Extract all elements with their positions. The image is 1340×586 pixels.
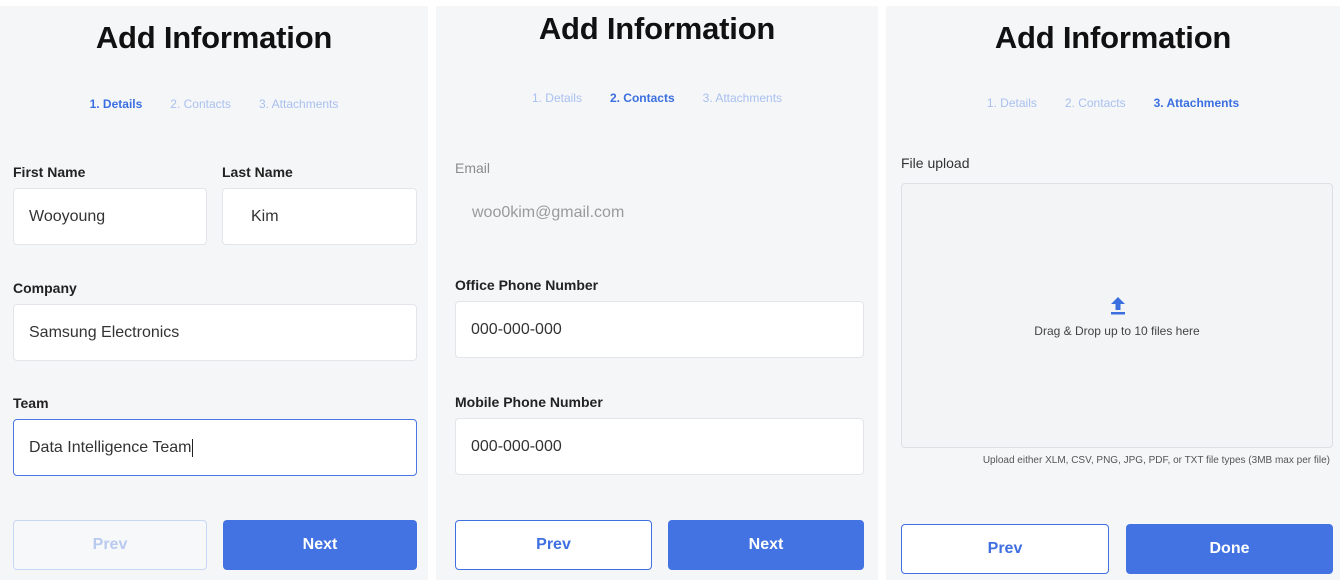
first-name-field[interactable]: Wooyoung: [13, 188, 207, 245]
prev-button[interactable]: Prev: [13, 520, 207, 570]
email-field: woo0kim@gmail.com: [455, 184, 864, 241]
last-name-value: Kim: [251, 207, 279, 225]
step-details[interactable]: 1. Details: [90, 97, 143, 111]
details-panel: Add Information 1. Details 2. Contacts 3…: [0, 6, 428, 580]
office-phone-label: Office Phone Number: [455, 277, 599, 293]
text-caret: [192, 438, 194, 457]
step-contacts[interactable]: 2. Contacts: [170, 97, 231, 111]
next-button-label: Next: [748, 536, 784, 553]
prev-button-label: Prev: [536, 536, 571, 553]
prev-button[interactable]: Prev: [455, 520, 652, 570]
done-button-label: Done: [1209, 540, 1250, 557]
file-dropzone[interactable]: Drag & Drop up to 10 files here: [901, 183, 1333, 448]
last-name-field[interactable]: Kim: [222, 188, 417, 245]
step-attachments[interactable]: 3. Attachments: [259, 97, 338, 111]
next-button-label: Next: [302, 536, 338, 553]
step-contacts[interactable]: 2. Contacts: [1065, 96, 1126, 110]
first-name-value: Wooyoung: [29, 207, 106, 225]
file-type-hint: Upload either XLM, CSV, PNG, JPG, PDF, o…: [982, 455, 1330, 466]
prev-button-label: Prev: [987, 540, 1023, 557]
email-label: Email: [455, 160, 491, 176]
mobile-phone-label: Mobile Phone Number: [455, 394, 603, 410]
done-button[interactable]: Done: [1126, 524, 1333, 574]
attachments-panel: Add Information 1. Details 2. Contacts 3…: [886, 6, 1340, 580]
company-value: Samsung Electronics: [29, 323, 180, 341]
step-contacts[interactable]: 2. Contacts: [610, 91, 675, 105]
last-name-label: Last Name: [222, 164, 293, 180]
company-field[interactable]: Samsung Electronics: [13, 304, 417, 361]
prev-button-label: Prev: [92, 536, 128, 553]
step-attachments[interactable]: 3. Attachments: [1154, 96, 1240, 110]
team-field[interactable]: Data Intelligence Team: [13, 419, 417, 476]
step-details[interactable]: 1. Details: [987, 96, 1037, 110]
step-indicator: 1. Details 2. Contacts 3. Attachments: [436, 91, 878, 105]
step-details[interactable]: 1. Details: [532, 91, 582, 105]
next-button[interactable]: Next: [668, 520, 864, 570]
email-value: woo0kim@gmail.com: [472, 203, 625, 221]
dropzone-text: Drag & Drop up to 10 files here: [1034, 324, 1200, 338]
team-label: Team: [13, 395, 49, 411]
step-attachments[interactable]: 3. Attachments: [703, 91, 782, 105]
mobile-phone-value: 000-000-000: [471, 437, 562, 455]
contacts-panel: Add Information 1. Details 2. Contacts 3…: [436, 6, 878, 580]
upload-icon: [1111, 297, 1125, 315]
company-label: Company: [13, 280, 77, 296]
page-title: Add Information: [538, 11, 776, 46]
page-title: Add Information: [994, 20, 1232, 55]
first-name-label: First Name: [13, 164, 86, 180]
office-phone-field[interactable]: 000-000-000: [455, 301, 864, 358]
office-phone-value: 000-000-000: [471, 320, 562, 338]
team-value: Data Intelligence Team: [29, 438, 192, 456]
step-indicator: 1. Details 2. Contacts 3. Attachments: [886, 96, 1340, 110]
page-title: Add Information: [95, 20, 333, 55]
next-button[interactable]: Next: [223, 520, 417, 570]
step-indicator: 1. Details 2. Contacts 3. Attachments: [0, 97, 428, 111]
file-upload-label: File upload: [901, 155, 970, 171]
prev-button[interactable]: Prev: [901, 524, 1109, 574]
mobile-phone-field[interactable]: 000-000-000: [455, 418, 864, 475]
